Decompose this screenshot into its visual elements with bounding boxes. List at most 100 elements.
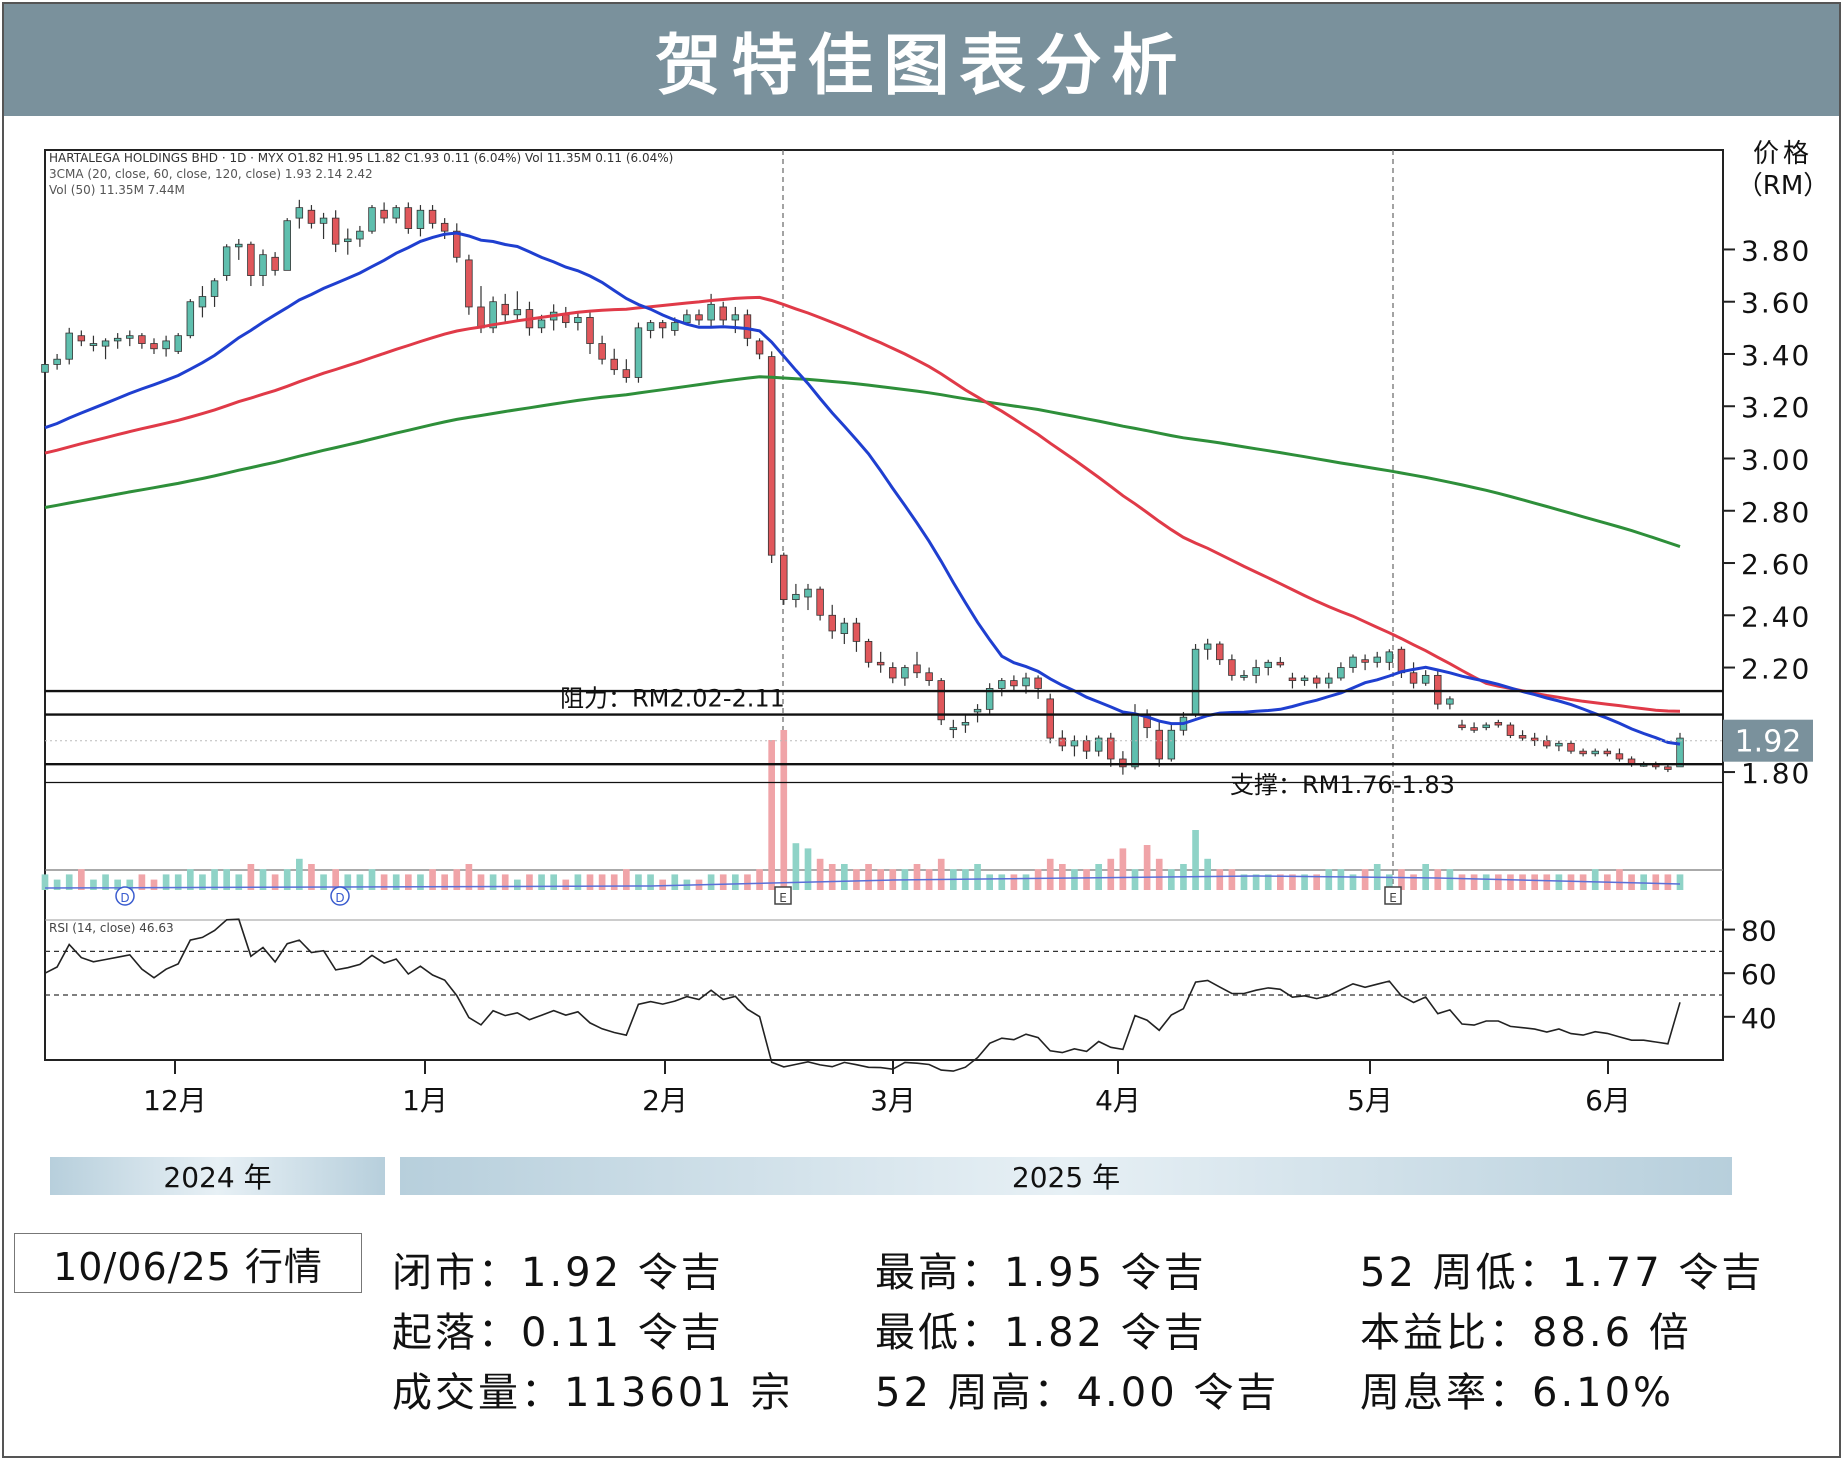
candle-body (162, 340, 170, 350)
candle-body (816, 588, 824, 616)
volume-bar (1410, 874, 1417, 890)
candle-body (1421, 674, 1430, 684)
volume-bar (1519, 874, 1526, 890)
candle-body (1470, 727, 1478, 731)
info-line: HARTALEGA HOLDINGS BHD · 1D · MYX O1.82 … (49, 151, 673, 165)
current-price-label: 1.92 (1735, 725, 1802, 760)
candle-body (574, 316, 582, 324)
candle-body (949, 727, 958, 731)
volume-bar (1034, 869, 1042, 890)
candle-body (743, 314, 752, 339)
candle-body (1191, 648, 1200, 715)
candle-body (477, 306, 485, 329)
volume-bar (1059, 864, 1066, 890)
candle-body (1579, 750, 1587, 755)
y-tick-label: 2.60 (1741, 548, 1811, 581)
volume-bar (768, 740, 775, 890)
candle-body (138, 335, 146, 344)
stat-close: 闭市：1.92 令吉 (392, 1250, 724, 1296)
rsi-tick-label: 40 (1741, 1002, 1777, 1035)
candle-body (295, 207, 304, 219)
candle-body (586, 316, 594, 344)
candle-body (1240, 674, 1248, 678)
candle-body (1337, 667, 1345, 679)
candle-body (368, 207, 376, 232)
candle-body (792, 593, 800, 601)
volume-bar (828, 864, 836, 890)
volume-bar (1495, 874, 1502, 890)
volume-bar (986, 874, 993, 890)
volume-bar (853, 869, 860, 890)
volume-bar (1216, 869, 1224, 890)
volume-bar (744, 874, 751, 890)
volume-bar (550, 874, 557, 890)
candle-body (186, 301, 195, 337)
volume-bar (1337, 869, 1345, 890)
y-tick-label: 3.80 (1741, 234, 1811, 267)
candle-body (1664, 766, 1672, 770)
resistance-label: 阻力：RM2.02-2.11 (560, 685, 785, 713)
x-tick-label: 3月 (870, 1084, 916, 1117)
volume-bar (1022, 874, 1030, 890)
candle-body (804, 588, 812, 598)
volume-bar (1555, 874, 1563, 890)
stat-high: 最高：1.95 令吉 (875, 1250, 1207, 1296)
event-marker-label: D (120, 891, 129, 905)
volume-bar (526, 874, 533, 890)
x-tick-label: 12月 (143, 1084, 207, 1117)
candle-body (1203, 643, 1212, 650)
volume-bar (1071, 869, 1078, 890)
candle-body (331, 217, 340, 245)
volume-bar (647, 874, 654, 890)
volume-bar (1676, 874, 1684, 890)
candle-body (1252, 667, 1260, 676)
stat-52w-high: 52 周高：4.00 令吉 (875, 1370, 1280, 1416)
x-tick-label: 4月 (1095, 1084, 1141, 1117)
volume-bar (489, 874, 497, 890)
candle-body (1288, 677, 1297, 682)
volume-bar (610, 874, 618, 890)
candle-body (428, 209, 437, 224)
y-axis-unit: （RM） (1737, 171, 1830, 201)
candle-body (53, 358, 61, 365)
event-marker-label: E (779, 891, 787, 905)
candle-body (1276, 661, 1285, 666)
candle-body (852, 622, 861, 642)
rsi-tick-label: 80 (1741, 915, 1777, 948)
candle-body (259, 254, 267, 276)
volume-bar (247, 864, 255, 890)
candle-body (440, 222, 449, 232)
candle-body (1361, 659, 1369, 663)
volume-bar (1155, 858, 1163, 890)
candle-body (1046, 698, 1054, 739)
volume-bar (1470, 874, 1478, 890)
volume-bar (1168, 869, 1175, 890)
candle-body (1434, 674, 1442, 705)
candle-body (126, 335, 134, 339)
candle-body (828, 614, 836, 632)
candle-body (562, 314, 570, 324)
candle-body (1555, 742, 1563, 747)
volume-bar (78, 869, 85, 890)
y-axis-title: 价格 (1753, 139, 1813, 169)
volume-bar (974, 864, 981, 890)
volume-bar (538, 874, 545, 890)
candle-body (89, 343, 98, 346)
candle-body (889, 667, 897, 679)
event-marker-label: E (1389, 891, 1397, 905)
candle-body (683, 314, 691, 324)
volume-bar (296, 858, 303, 890)
year-2025-bar: 2025 年 (400, 1157, 1732, 1195)
candle-body (307, 209, 316, 224)
candle-body (998, 680, 1006, 689)
rsi-label: RSI (14, close) 46.63 (49, 921, 174, 935)
candle-body (283, 220, 291, 271)
y-tick-label: 3.60 (1741, 287, 1811, 320)
candle-body (65, 332, 73, 360)
candle-body (731, 314, 740, 321)
year-2025-label: 2025 年 (1011, 1161, 1121, 1194)
volume-bar (1434, 869, 1442, 890)
volume-bar (405, 874, 412, 890)
candle-body (101, 340, 110, 347)
stat-low: 最低：1.82 令吉 (875, 1310, 1207, 1356)
